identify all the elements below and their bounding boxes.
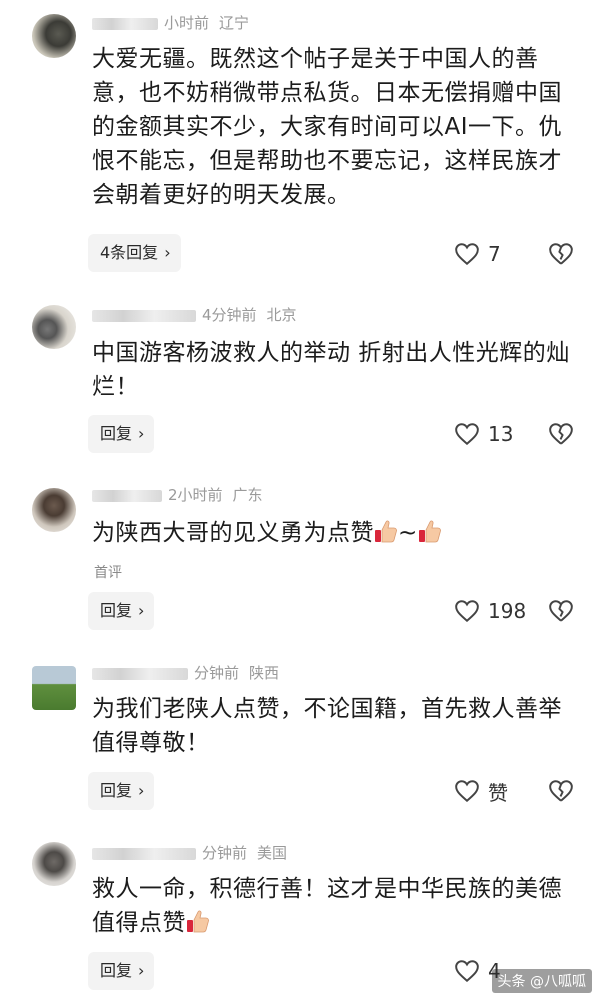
reply-label: 4条回复: [100, 243, 159, 262]
reply-label: 回复: [100, 601, 133, 620]
comment-meta: 4分钟前 北京: [92, 304, 297, 326]
heart-outline-icon: [455, 243, 479, 266]
broken-heart-icon[interactable]: [548, 421, 574, 447]
comment-time: 4分钟前: [202, 306, 257, 324]
comment-meta: 小时前 辽宁: [92, 12, 249, 34]
username-blurred[interactable]: [92, 309, 196, 322]
reply-button[interactable]: 回复 ›: [88, 415, 155, 453]
like-count: 13: [488, 422, 514, 446]
comment-time: 2小时前: [168, 486, 223, 504]
heart-outline-icon: [455, 600, 479, 623]
reply-label: 回复: [100, 781, 133, 800]
like-button[interactable]: 13: [454, 419, 513, 449]
heart-outline-icon: [455, 780, 479, 803]
comment-location: 辽宁: [219, 14, 250, 32]
comment-location: 北京: [266, 306, 297, 324]
like-button[interactable]: 7: [454, 239, 501, 269]
comment-text: 大爱无疆。既然这个帖子是关于中国人的善意，也不妨稍微带点私货。日本无偿捐赠中国的…: [92, 46, 563, 208]
heart-outline-icon: [455, 960, 479, 983]
comment-text: 救人一命，积德行善！这才是中华民族的美德值得点赞: [92, 872, 572, 940]
watermark: 头条 @八呱呱: [491, 969, 592, 993]
comment-text: 为陕西大哥的见义勇为点赞 ~: [92, 516, 572, 550]
chevron-right-icon: ›: [138, 781, 145, 800]
like-button[interactable]: 198: [454, 596, 526, 626]
avatar[interactable]: [32, 842, 76, 886]
comment-time: 分钟前: [194, 664, 240, 682]
username-blurred[interactable]: [92, 667, 188, 680]
chevron-right-icon: ›: [138, 601, 145, 620]
reply-button[interactable]: 回复 ›: [88, 952, 155, 990]
broken-heart-icon[interactable]: [548, 778, 574, 804]
like-count: 赞: [488, 780, 508, 805]
avatar[interactable]: [32, 305, 76, 349]
comment-location: 广东: [232, 486, 263, 504]
chevron-right-icon: ›: [138, 424, 145, 443]
like-count: 7: [488, 242, 501, 266]
reply-button[interactable]: 回复 ›: [88, 772, 155, 810]
comment-meta: 分钟前 陕西: [92, 662, 279, 684]
username-blurred[interactable]: [92, 489, 162, 502]
comment-time: 小时前: [164, 14, 210, 32]
like-count: 198: [488, 599, 527, 623]
comment-meta: 2小时前 广东: [92, 484, 263, 506]
comment-text: 为我们老陕人点赞，不论国籍，首先救人善举值得尊敬！: [92, 696, 562, 756]
reply-label: 回复: [100, 424, 133, 443]
comment-text: 中国游客杨波救人的举动 折射出人性光辉的灿烂！: [92, 340, 570, 400]
avatar[interactable]: [32, 14, 76, 58]
thumbs-up-emoji: [375, 520, 397, 543]
comment-location: 美国: [257, 844, 288, 862]
comment-text-main: 为陕西大哥的见义勇为点赞: [92, 520, 374, 546]
comment-text-main: 救人一命，积德行善！这才是中华民族的美德值得点赞: [92, 876, 562, 936]
comment-meta: 分钟前 美国: [92, 842, 287, 864]
thumbs-up-emoji: [187, 910, 209, 933]
comment-location: 陕西: [249, 664, 280, 682]
comment-time: 分钟前: [202, 844, 248, 862]
reply-button[interactable]: 回复 ›: [88, 592, 155, 630]
avatar[interactable]: [32, 488, 76, 532]
broken-heart-icon[interactable]: [548, 241, 574, 267]
chevron-right-icon: ›: [138, 961, 145, 980]
first-comment-tag: 首评: [94, 565, 122, 581]
comment-text-suffix: ~: [398, 520, 418, 546]
reply-label: 回复: [100, 961, 133, 980]
view-replies-button[interactable]: 4条回复 ›: [88, 234, 181, 272]
chevron-right-icon: ›: [164, 243, 171, 262]
avatar[interactable]: [32, 666, 76, 710]
heart-outline-icon: [455, 423, 479, 446]
username-blurred[interactable]: [92, 847, 196, 860]
broken-heart-icon[interactable]: [548, 598, 574, 624]
thumbs-up-emoji: [418, 520, 441, 543]
like-button[interactable]: 赞: [454, 776, 508, 806]
username-blurred[interactable]: [92, 17, 158, 30]
